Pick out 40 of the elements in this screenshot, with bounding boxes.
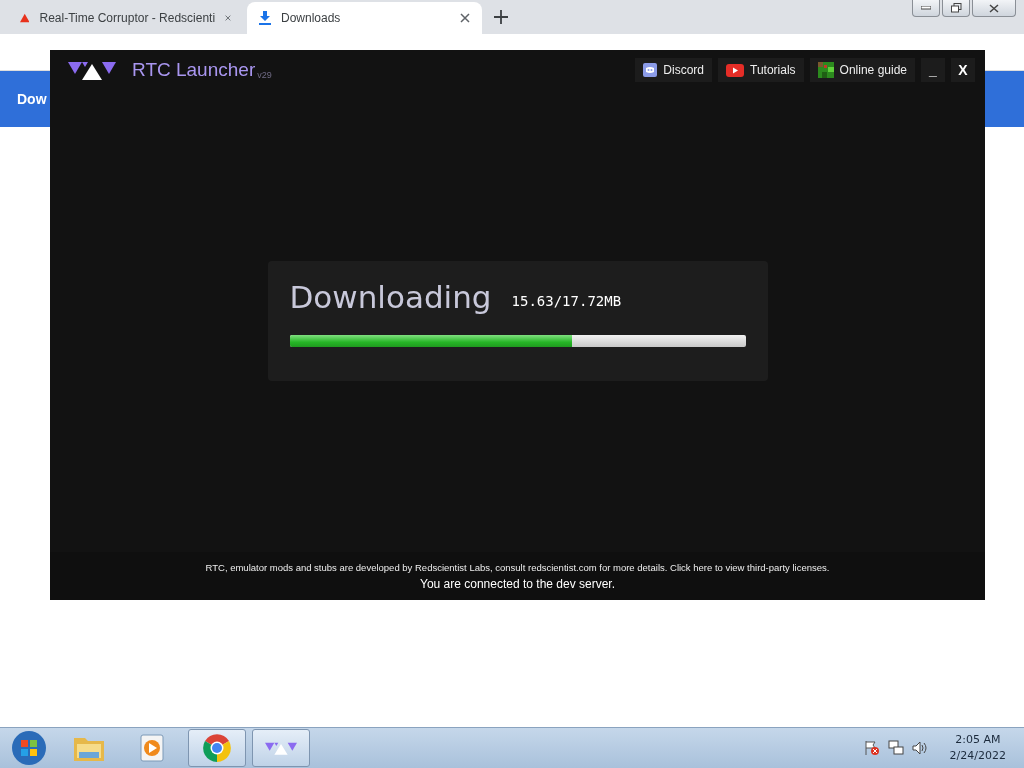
browser-tab[interactable]: Downloads — [247, 2, 482, 34]
clock-date: 2/24/2022 — [949, 748, 1006, 764]
link-button[interactable]: Online guide — [809, 58, 915, 82]
media-player-icon — [140, 734, 166, 762]
blocks-icon — [817, 62, 834, 78]
server-status: You are connected to the dev server. — [420, 576, 615, 591]
flag-icon[interactable] — [863, 740, 880, 756]
discord-icon — [643, 63, 658, 77]
download-size: 15.63/17.72MB — [511, 293, 622, 309]
start-orb-icon — [11, 730, 47, 766]
link-button[interactable]: Tutorials — [718, 58, 804, 82]
network-icon[interactable] — [887, 740, 904, 756]
page-title: Dow — [17, 91, 47, 107]
close-icon — [989, 3, 999, 13]
launcher-logo-icon — [265, 741, 297, 755]
restore-button[interactable] — [942, 0, 970, 17]
launcher-title: RTC Launcher — [132, 59, 256, 81]
chrome-icon — [201, 732, 233, 764]
close-icon[interactable] — [225, 13, 231, 23]
download-icon — [259, 11, 271, 25]
download-heading: Downloading — [289, 279, 492, 315]
youtube-icon — [726, 63, 745, 77]
minimize-icon — [921, 6, 931, 10]
link-button[interactable]: Discord — [635, 58, 713, 82]
version-label: v29 — [257, 70, 272, 80]
warning-icon — [20, 11, 30, 25]
restore-icon — [950, 3, 962, 13]
taskbar-button[interactable] — [252, 729, 310, 767]
launcher-logo-icon — [68, 60, 116, 80]
license-notice: RTC, emulator mods and stubs are developed by Redscientist Labs, consult redscientist.com for more details. Click here to view third-party licenses. — [205, 561, 830, 573]
new-tab-icon[interactable] — [494, 10, 508, 24]
close-icon[interactable] — [460, 13, 470, 23]
volume-icon[interactable] — [911, 740, 928, 756]
browser-tab[interactable]: Real-Time Corruptor - Redscienti — [8, 2, 243, 34]
minimize-button[interactable]: _ — [921, 58, 945, 82]
clock[interactable]: 2:05 AM 2/24/2022 — [949, 732, 1006, 764]
clock-time: 2:05 AM — [955, 732, 1001, 748]
close-button[interactable] — [972, 0, 1016, 17]
close-button[interactable]: X — [951, 58, 975, 82]
taskbar-button[interactable] — [188, 729, 246, 767]
